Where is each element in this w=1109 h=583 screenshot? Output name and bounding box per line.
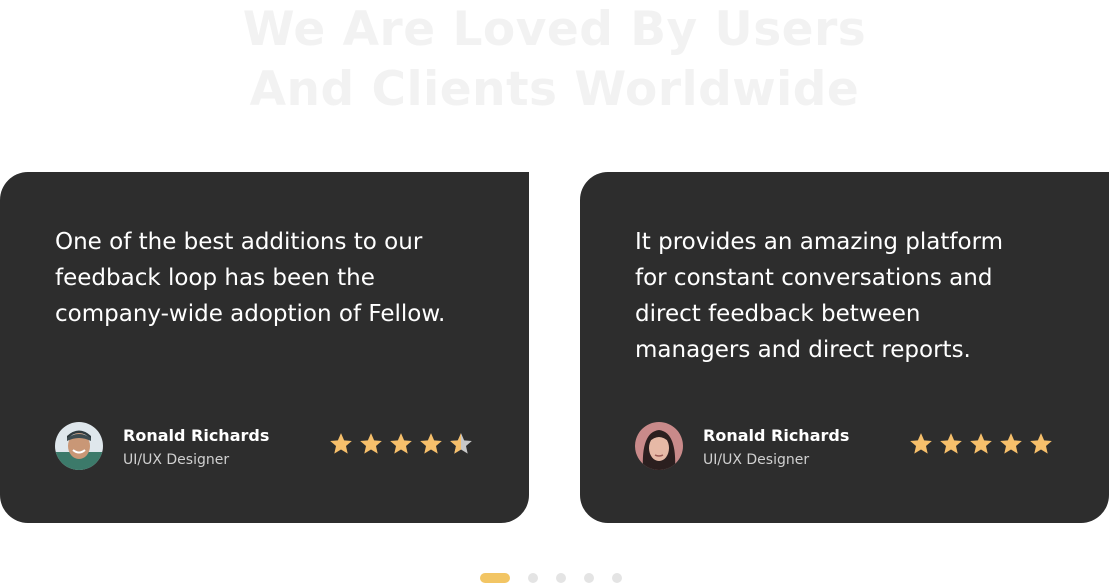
- avatar: [55, 422, 103, 470]
- pagination-dot-5[interactable]: [612, 573, 622, 583]
- avatar: [635, 422, 683, 470]
- section-heading: We Are Loved By Users And Clients Worldw…: [0, 0, 1109, 120]
- testimonial-card: It provides an amazing platform for cons…: [580, 172, 1109, 523]
- section-heading-line-1: We Are Loved By Users: [242, 2, 867, 57]
- testimonial-card: One of the best additions to our feedbac…: [0, 172, 529, 523]
- half-star-icon: [450, 433, 472, 454]
- reviewer-name: Ronald Richards: [123, 426, 270, 445]
- star-rating: [908, 431, 1054, 457]
- reviewer-role: UI/UX Designer: [703, 452, 810, 468]
- pagination-dot-3[interactable]: [556, 573, 566, 583]
- reviewer-role: UI/UX Designer: [123, 452, 230, 468]
- testimonial-quote: One of the best additions to our feedbac…: [55, 229, 446, 327]
- star-icon: [330, 433, 352, 454]
- star-icon: [360, 433, 382, 454]
- carousel-pagination: [480, 573, 622, 583]
- star-icon: [910, 433, 932, 454]
- pagination-dot-2[interactable]: [528, 573, 538, 583]
- testimonial-quote: It provides an amazing platform for cons…: [635, 229, 1004, 363]
- pagination-dot-1[interactable]: [480, 573, 510, 583]
- section-heading-line-2: And Clients Worldwide: [249, 62, 860, 117]
- star-rating: [328, 431, 474, 457]
- pagination-dot-4[interactable]: [584, 573, 594, 583]
- star-icon: [970, 433, 992, 454]
- star-icon: [940, 433, 962, 454]
- reviewer-name: Ronald Richards: [703, 426, 850, 445]
- star-icon: [420, 433, 442, 454]
- star-icon: [1030, 433, 1052, 454]
- star-icon: [1000, 433, 1022, 454]
- star-icon: [390, 433, 412, 454]
